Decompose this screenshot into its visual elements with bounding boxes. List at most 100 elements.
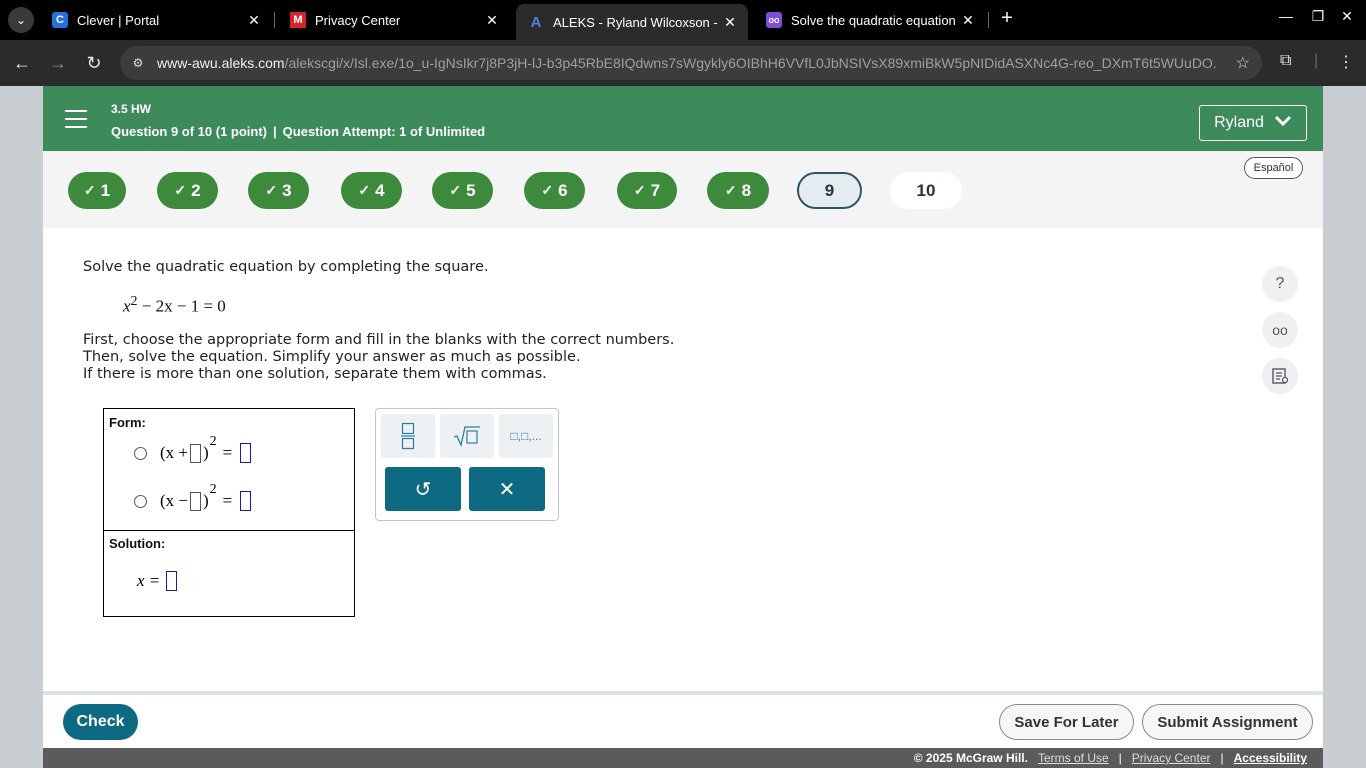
form-label: Form: [109, 415, 146, 430]
language-toggle-button[interactable]: Español [1244, 157, 1303, 179]
question-button-2[interactable]: ✓ 2 [157, 172, 218, 209]
checkmark-icon: ✓ [541, 182, 554, 198]
tab-title: Privacy Center [315, 12, 401, 28]
notes-icon[interactable] [1262, 358, 1298, 394]
browser-menu-icon[interactable]: ⋮ [1338, 52, 1354, 72]
tab-title: Solve the quadratic equation b [791, 12, 958, 28]
bookmark-star-icon[interactable]: ☆ [1236, 53, 1250, 73]
undo-icon[interactable]: ↺ [385, 467, 461, 511]
instruction-line-3: If there is more than one solution, sepa… [83, 366, 547, 382]
clever-favicon-icon: C [52, 12, 68, 28]
question-button-3[interactable]: ✓ 3 [248, 172, 309, 209]
form-section: Form: (x + ) 2 = (x − ) 2 = [104, 409, 354, 531]
mcgraw-favicon-icon: M [290, 12, 306, 28]
radio-button-minus[interactable] [134, 494, 147, 508]
quizlet-favicon-icon: oo [766, 12, 782, 28]
question-button-4[interactable]: ✓ 4 [341, 172, 402, 209]
site-settings-icon[interactable]: ⚙ [130, 55, 146, 71]
solution-input[interactable] [166, 571, 178, 591]
back-arrow-icon[interactable]: ← [9, 50, 35, 76]
help-question-icon[interactable]: ? [1262, 266, 1298, 302]
submit-assignment-button[interactable]: Submit Assignment [1142, 704, 1313, 740]
checkmark-icon: ✓ [174, 182, 187, 198]
fraction-icon[interactable] [381, 414, 435, 458]
list-separator-icon[interactable]: □,□,... [499, 414, 553, 458]
tab-title: ALEKS - Ryland Wilcoxson - 3.5 [553, 14, 720, 30]
checkmark-icon: ✓ [724, 182, 737, 198]
blank-input-k-minus[interactable] [240, 491, 252, 511]
copyright-text: © 2025 McGraw Hill. [913, 751, 1028, 765]
chevron-down-icon [1274, 114, 1292, 132]
glasses-icon[interactable]: oo [1262, 312, 1298, 348]
radio-button-plus[interactable] [134, 446, 147, 460]
question-button-8[interactable]: ✓ 8 [707, 172, 769, 209]
tab-search-chevron-icon[interactable]: ⌄ [8, 7, 34, 33]
toolbar-divider: | [1314, 52, 1319, 69]
close-tab-icon[interactable]: ✕ [958, 12, 978, 29]
question-content: Solve the quadratic equation by completi… [43, 228, 1323, 692]
close-tab-icon[interactable]: ✕ [244, 12, 264, 29]
check-button[interactable]: Check [63, 704, 138, 740]
checkmark-icon: ✓ [358, 182, 371, 198]
url-text: www-awu.aleks.com/alekscgi/x/Isl.exe/1o_… [157, 55, 1217, 71]
checkmark-icon: ✓ [265, 182, 278, 198]
tab-clever[interactable]: C Clever | Portal ✕ [40, 4, 272, 36]
tab-privacy-center[interactable]: M Privacy Center ✕ [278, 4, 510, 36]
question-navigator: Español ✓ 1 ✓ 2 ✓ 3 ✓ 4 ✓ 5 ✓ 6 ✓ 7 ✓ 8 9 10 [43, 151, 1323, 228]
user-menu-button[interactable]: Ryland [1199, 105, 1307, 141]
question-button-9[interactable]: 9 [797, 172, 862, 209]
footer-sep: | [1118, 751, 1122, 765]
problem-equation: x2 − 2x − 1 = 0 [123, 294, 226, 316]
square-root-icon[interactable] [440, 414, 494, 458]
copyright-bar: © 2025 McGraw Hill. Terms of Use | Priva… [43, 748, 1323, 768]
extensions-icon[interactable]: ⧉ [1280, 52, 1291, 70]
checkmark-icon: ✓ [633, 182, 646, 198]
question-info: Question 9 of 10 (1 point) | Question Atte… [111, 124, 486, 139]
form-option-minus[interactable]: (x − ) 2 = [134, 482, 253, 511]
menu-hamburger-icon[interactable] [65, 110, 87, 128]
close-tab-icon[interactable]: ✕ [720, 14, 740, 31]
blank-input-h-plus[interactable] [190, 443, 201, 463]
aleks-favicon-icon: A [530, 13, 542, 31]
blank-input-h-minus[interactable] [190, 491, 201, 511]
minimize-icon[interactable]: — [1275, 8, 1297, 24]
restore-icon[interactable]: ❐ [1307, 8, 1329, 25]
clear-icon[interactable]: ✕ [469, 467, 545, 511]
checkmark-icon: ✓ [83, 182, 96, 198]
terms-link[interactable]: Terms of Use [1038, 751, 1109, 765]
question-button-5[interactable]: ✓ 5 [432, 172, 493, 209]
footer-sep: | [1220, 751, 1224, 765]
tab-separator [274, 12, 275, 28]
address-bar[interactable]: ⚙ www-awu.aleks.com/alekscgi/x/Isl.exe/1… [120, 46, 1262, 80]
blank-input-k-plus[interactable] [240, 443, 252, 463]
question-button-6[interactable]: ✓ 6 [524, 172, 585, 209]
tab-separator [988, 12, 989, 28]
tab-title: Clever | Portal [77, 12, 160, 28]
form-option-plus[interactable]: (x + ) 2 = [134, 434, 253, 463]
instruction-line-2: Then, solve the equation. Simplify your … [83, 349, 581, 365]
close-window-icon[interactable]: ✕ [1336, 8, 1358, 25]
question-button-1[interactable]: ✓ 1 [68, 172, 126, 209]
question-button-7[interactable]: ✓ 7 [617, 172, 677, 209]
reload-icon[interactable]: ↻ [81, 50, 107, 76]
forward-arrow-icon[interactable]: → [45, 50, 71, 76]
answer-box: Form: (x + ) 2 = (x − ) 2 = Solution: x … [103, 408, 355, 617]
footer-divider [43, 691, 1323, 695]
tab-aleks[interactable]: A ALEKS - Ryland Wilcoxson - 3.5 ✕ [516, 4, 748, 40]
close-tab-icon[interactable]: ✕ [482, 12, 502, 29]
browser-tabstrip: ⌄ C Clever | Portal ✕ M Privacy Center ✕… [0, 0, 1366, 40]
instruction-line-1: First, choose the appropriate form and f… [83, 332, 675, 348]
question-button-10[interactable]: 10 [890, 172, 962, 209]
checkmark-icon: ✓ [449, 182, 462, 198]
assignment-header: 3.5 HW Question 9 of 10 (1 point) | Questi… [43, 86, 1323, 151]
math-tool-panel: □,□,... ↺ ✕ [375, 408, 559, 521]
save-for-later-button[interactable]: Save For Later [999, 704, 1134, 740]
new-tab-icon[interactable]: + [996, 8, 1018, 30]
solution-row: x = [137, 571, 179, 591]
problem-prompt: Solve the quadratic equation by completi… [83, 259, 489, 275]
browser-toolbar: ← → ↻ ⚙ www-awu.aleks.com/alekscgi/x/Isl… [0, 40, 1366, 86]
accessibility-link[interactable]: Accessibility [1234, 751, 1307, 765]
assignment-title: 3.5 HW [111, 102, 152, 116]
privacy-link[interactable]: Privacy Center [1132, 751, 1211, 765]
tab-solve-quadratic[interactable]: oo Solve the quadratic equation b ✕ [754, 4, 986, 36]
